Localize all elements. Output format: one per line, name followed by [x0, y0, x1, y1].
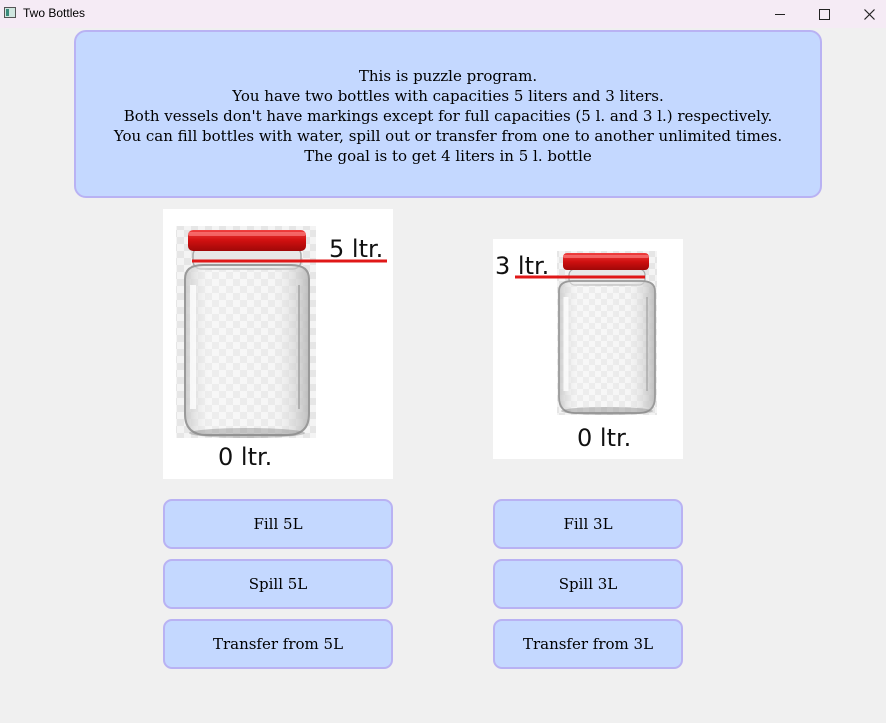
instructions-panel: This is puzzle program. You have two bot…	[74, 30, 822, 198]
maximize-icon	[818, 8, 830, 20]
instructions-text: This is puzzle program. You have two bot…	[76, 66, 820, 166]
instruction-line: You can fill bottles with water, spill o…	[113, 127, 783, 145]
bottle-5l-image: 5 ltr. 0 ltr.	[163, 209, 393, 479]
close-button[interactable]	[846, 0, 886, 28]
instruction-line: This is puzzle program.	[358, 67, 538, 85]
transfer-from-3l-button[interactable]: Transfer from 3L	[493, 619, 683, 669]
maximize-button[interactable]	[801, 0, 847, 28]
spill-5l-button[interactable]: Spill 5L	[163, 559, 393, 609]
window-title: Two Bottles	[23, 6, 86, 20]
bottle-3l-capacity-label: 3 ltr.	[495, 252, 550, 280]
title-bar: Two Bottles	[0, 0, 886, 28]
bottle-3l-image: 3 ltr. 0 ltr.	[493, 239, 683, 459]
fill-5l-button[interactable]: Fill 5L	[163, 499, 393, 549]
minimize-button[interactable]	[757, 0, 803, 28]
instruction-line: You have two bottles with capacities 5 l…	[232, 87, 664, 105]
bottle-3l-level-label: 0 ltr.	[577, 424, 632, 452]
bottle-5l-level-label: 0 ltr.	[218, 443, 273, 471]
fill-3l-button[interactable]: Fill 3L	[493, 499, 683, 549]
instruction-line: Both vessels don't have markings except …	[123, 107, 773, 125]
bottle-5l-capacity-label: 5 ltr.	[329, 235, 384, 263]
minimize-icon	[775, 13, 785, 15]
app-icon	[4, 7, 16, 18]
close-icon	[863, 8, 875, 20]
transfer-from-5l-button[interactable]: Transfer from 5L	[163, 619, 393, 669]
spill-3l-button[interactable]: Spill 3L	[493, 559, 683, 609]
instruction-line: The goal is to get 4 liters in 5 l. bott…	[304, 147, 592, 165]
